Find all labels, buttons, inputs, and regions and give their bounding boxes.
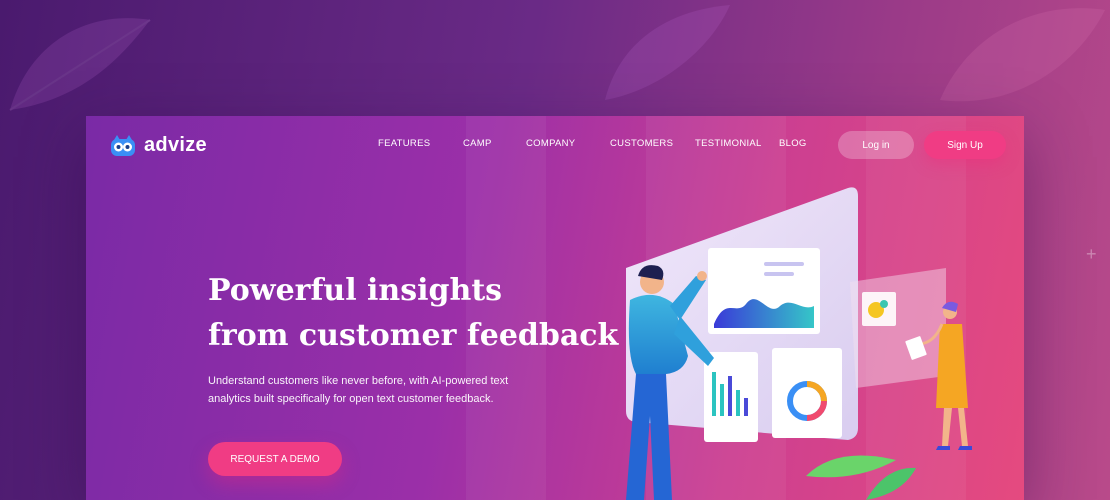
hero-frame: advize FEATURES CAMP COMPANY CUSTOMERS T… [86,116,1024,500]
nav-features[interactable]: FEATURES [378,138,430,149]
hero-title: Powerful insights from customer feedback [208,268,628,358]
nav-testimonial[interactable]: TESTIMONIAL [695,138,762,149]
owl-logo-icon [111,134,135,156]
hero-title-line-1: Powerful insights [208,273,503,308]
analytics-illustration [626,187,972,500]
hero-subtitle: Understand customers like never before, … [208,372,528,408]
login-button[interactable]: Log in [838,131,914,159]
side-screen [850,268,946,388]
leaf-decoration-top [605,5,730,100]
leaf-decoration-right [940,8,1105,102]
brand-logo[interactable]: advize [110,134,207,157]
brand-name: advize [144,134,207,156]
hero-subtitle-line-1: Understand customers like never before, … [208,375,509,387]
nav-customers[interactable]: CUSTOMERS [610,138,673,149]
signup-button[interactable]: Sign Up [924,131,1006,159]
nav-blog[interactable]: BLOG [779,138,807,149]
leaf-decoration-left [9,18,151,111]
hero-subtitle-line-2: analytics built specifically for open te… [208,393,494,405]
hero-title-line-2: from customer feedback [208,318,619,353]
plant-decoration [806,455,916,500]
plus-icon: + [1086,244,1097,264]
request-demo-button[interactable]: REQUEST A DEMO [208,442,342,476]
nav-camp[interactable]: CAMP [463,138,492,149]
nav-company[interactable]: COMPANY [526,138,575,149]
